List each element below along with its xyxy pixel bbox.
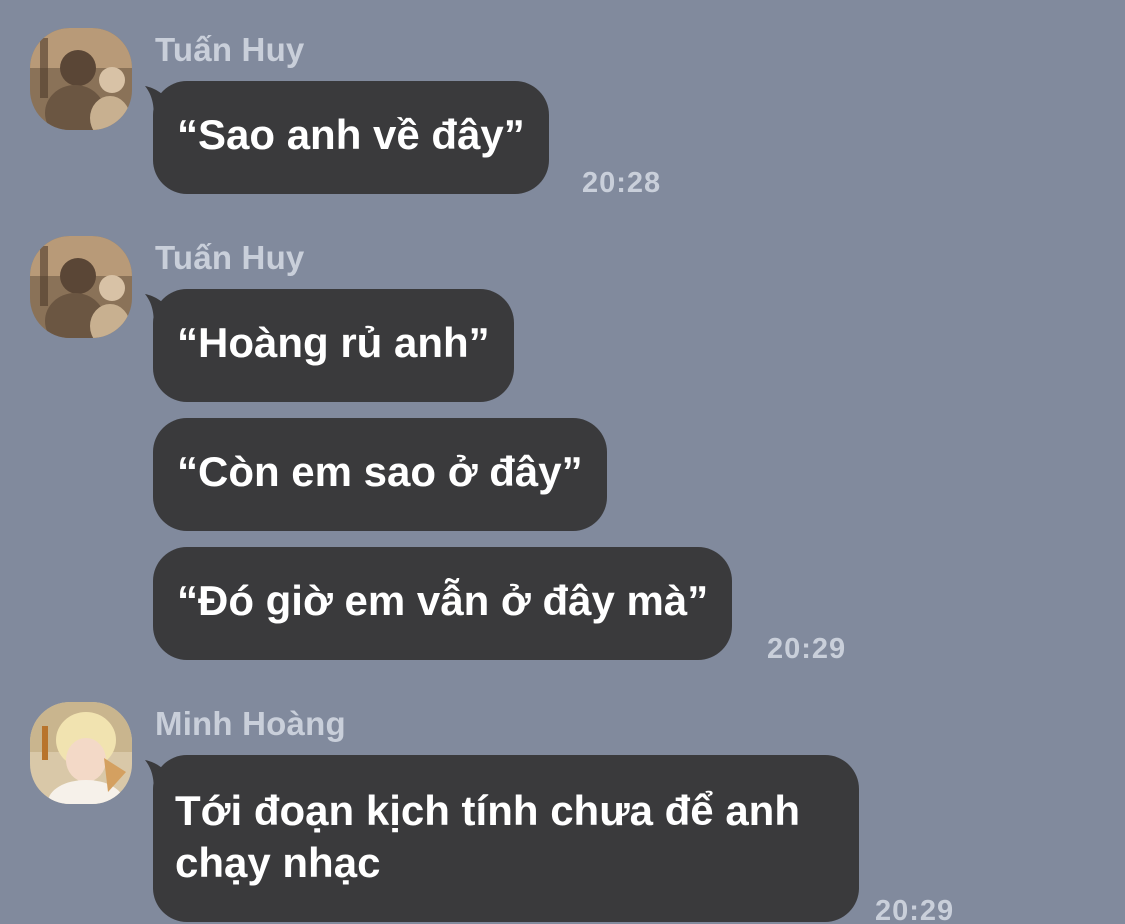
avatar-photo (30, 236, 132, 338)
message-bubble[interactable]: “Hoàng rủ anh” (153, 289, 514, 402)
message-timestamp: 20:29 (767, 633, 847, 665)
message-timestamp: 20:29 (875, 895, 955, 924)
sender-name: Tuấn Huy (155, 31, 305, 68)
message-bubble[interactable]: “Sao anh về đây” (153, 81, 549, 194)
avatar-photo (30, 702, 132, 804)
sender-name: Minh Hoàng (155, 705, 346, 742)
message-bubble[interactable]: “Còn em sao ở đây” (153, 418, 607, 531)
message-bubble[interactable]: “Đó giờ em vẫn ở đây mà” (153, 547, 733, 660)
avatar-tuan-huy[interactable] (30, 28, 132, 130)
message-timestamp: 20:28 (582, 167, 662, 199)
avatar-photo (30, 28, 132, 130)
avatar-tuan-huy[interactable] (30, 236, 132, 338)
message-bubble[interactable]: Tới đoạn kịch tính chưa để anh chạy nhạc (153, 755, 859, 922)
sender-name: Tuấn Huy (155, 239, 305, 276)
chat-view: Tuấn Huy “Sao anh về đây” 20:28 Tuấn Huy… (0, 0, 1125, 924)
avatar-minh-hoang[interactable] (30, 702, 132, 804)
